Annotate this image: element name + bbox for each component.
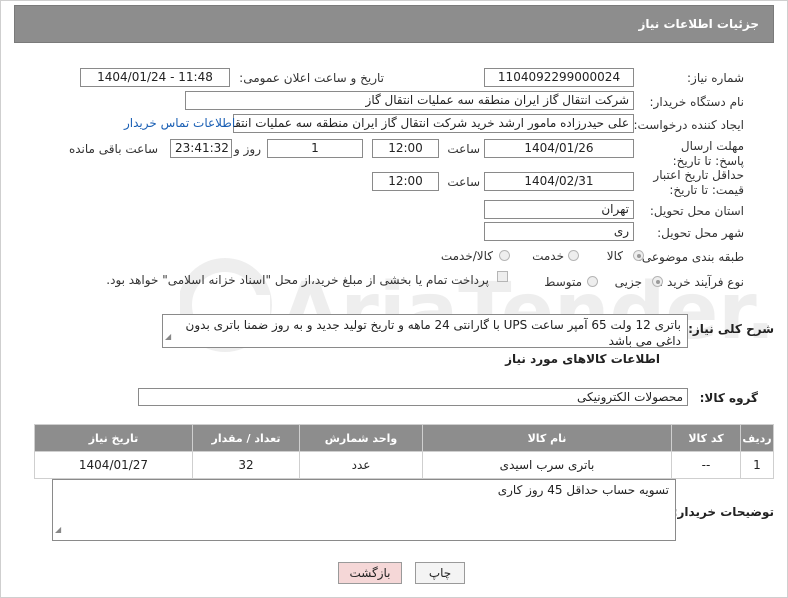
header-bar: جزئیات اطلاعات نیاز [14,5,774,43]
table-header-row: ردیف کد کالا نام کالا واحد شمارش تعداد /… [34,424,774,452]
category-goods-radio[interactable] [633,250,644,261]
buyer-contact-link[interactable]: اطلاعات تماس خریدار [124,116,235,130]
col-row-number: ردیف [740,424,774,452]
resize-handle-icon[interactable]: ◢ [165,329,171,345]
reply-time-field[interactable]: 12:00 [372,139,439,158]
process-medium-label: متوسط [544,275,582,289]
price-date-field[interactable]: 1404/02/31 [484,172,634,191]
category-goods-service-label: کالا/خدمت [440,249,493,263]
page-title: جزئیات اطلاعات نیاز [638,17,759,31]
reply-days-field[interactable]: 1 [267,139,363,158]
announce-datetime-field[interactable]: 1404/01/24 - 11:48 [80,68,230,87]
general-desc-text: باتری 12 ولت 65 آمپر ساعت UPS با گارانتی… [185,318,681,348]
goods-group-field[interactable]: محصولات الکترونیکی [138,388,688,406]
goods-group-label: گروه کالا: [699,391,758,405]
buyer-org-label: نام دستگاه خریدار: [649,95,745,109]
price-time-label: ساعت [447,175,480,189]
reply-date-field[interactable]: 1404/01/26 [484,139,634,158]
remaining-time-field[interactable]: 23:41:32 [170,139,232,158]
print-button[interactable]: چاپ [415,562,465,584]
category-goods-service-radio[interactable] [499,250,510,261]
cell-item-code: -- [671,451,741,479]
goods-info-heading: اطلاعات کالاهای مورد نیاز [505,352,660,366]
resize-handle-icon[interactable]: ◢ [55,522,61,538]
province-label: استان محل تحویل: [649,204,744,218]
city-label: شهر محل تحویل: [657,226,744,240]
general-desc-label: شرح کلی نیاز: [688,322,774,336]
col-item-code: کد کالا [671,424,741,452]
buyer-notes-textarea[interactable]: تسویه حساب حداقل 45 روز کاری ◢ [52,479,676,541]
need-number-label: شماره نیاز: [687,71,744,85]
city-field[interactable]: ری [484,222,634,241]
requester-field[interactable]: علی حیدرزاده مامور ارشد خرید شرکت انتقال… [233,114,634,133]
category-service-label: خدمت [532,249,564,263]
process-minor-radio[interactable] [652,276,663,287]
col-quantity: تعداد / مقدار [192,424,300,452]
category-service-radio[interactable] [568,250,579,261]
need-number-field[interactable]: 1104092299000024 [484,68,634,87]
province-field[interactable]: تهران [484,200,634,219]
general-desc-textarea[interactable]: باتری 12 ولت 65 آمپر ساعت UPS با گارانتی… [162,314,688,348]
process-minor-label: جزیی [614,275,642,289]
back-button[interactable]: بازگشت [338,562,402,584]
treasury-payment-note: پرداخت تمام یا بخشی از مبلغ خرید،از محل … [106,273,489,287]
buyer-notes-text: تسویه حساب حداقل 45 روز کاری [497,483,669,497]
price-time-field[interactable]: 12:00 [372,172,439,191]
goods-table: ردیف کد کالا نام کالا واحد شمارش تعداد /… [34,424,774,479]
category-label: طبقه بندی موضوعی: [637,250,744,264]
cell-quantity: 32 [192,451,300,479]
remaining-label: ساعت باقی مانده [68,142,158,156]
buyer-org-field[interactable]: شرکت انتقال گاز ایران منطقه سه عملیات ان… [185,91,634,110]
announce-datetime-label: تاریخ و ساعت اعلان عمومی: [239,71,384,85]
requester-label: ایجاد کننده درخواست: [633,118,744,132]
treasury-payment-checkbox[interactable] [497,271,508,282]
cell-unit: عدد [299,451,423,479]
process-medium-radio[interactable] [587,276,598,287]
price-validity-label: حداقل تاریخ اعتبار قیمت: تا تاریخ: [653,168,744,197]
cell-row-number: 1 [740,451,774,479]
reply-time-label: ساعت [447,142,480,156]
buyer-notes-label: توضیحات خریدار: [672,505,774,519]
col-need-date: تاریخ نیاز [34,424,193,452]
process-type-label: نوع فرآیند خرید : [659,275,744,289]
day-and-label: روز و [234,142,261,156]
col-item-name: نام کالا [422,424,672,452]
cell-item-name: باتری سرب اسیدی [422,451,672,479]
cell-need-date: 1404/01/27 [34,451,193,479]
col-unit: واحد شمارش [299,424,423,452]
table-row[interactable]: 1 -- باتری سرب اسیدی عدد 32 1404/01/27 [34,451,774,479]
reply-deadline-label: مهلت ارسال پاسخ: تا تاریخ: [672,139,744,168]
category-goods-label: کالا [606,249,623,263]
